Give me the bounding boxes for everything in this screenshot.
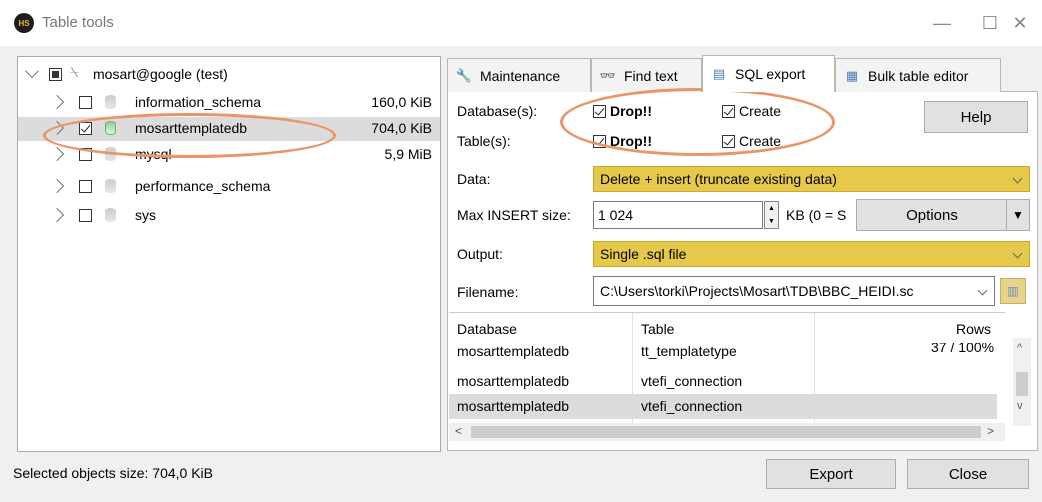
tree-item-label: information_schema: [135, 94, 262, 110]
cell-table: tt_templatetype: [641, 343, 737, 359]
chevron-down-icon: [977, 285, 988, 296]
binoculars-icon: 👓: [599, 67, 617, 83]
tree-item-size: 704,0 KiB: [371, 120, 432, 136]
tree-item-size: 5,9 MiB: [384, 146, 432, 162]
filename-label: Filename:: [457, 284, 519, 300]
status-text: Selected objects size: 704,0 KiB: [13, 465, 214, 481]
filename-input[interactable]: C:\Users\torki\Projects\Mosart\TDB\BBC_H…: [593, 276, 995, 306]
input-value: 1 024: [598, 207, 634, 223]
tab-find-text[interactable]: 👓 Find text: [591, 58, 702, 92]
output-label: Output:: [457, 246, 503, 262]
tab-strip: 🔧 Maintenance 👓 Find text ▤ SQL export ▦…: [447, 55, 1027, 92]
database-icon: [105, 208, 116, 222]
database-icon: [105, 179, 116, 193]
tree-checkbox[interactable]: [49, 68, 62, 81]
tree-item-label: sys: [135, 207, 156, 223]
close-button[interactable]: Close: [907, 459, 1029, 489]
export-button[interactable]: Export: [766, 459, 896, 489]
scroll-left-icon[interactable]: <: [455, 424, 462, 438]
spinner-icon[interactable]: ▲ ▼: [764, 201, 779, 229]
chevron-right-icon[interactable]: [49, 146, 65, 162]
tree-checkbox[interactable]: [79, 180, 92, 193]
max-insert-label: Max INSERT size:: [457, 207, 571, 223]
tree-item-label: performance_schema: [135, 178, 271, 194]
tree-checkbox[interactable]: [79, 209, 92, 222]
help-button[interactable]: Help: [924, 101, 1028, 133]
chevron-down-icon[interactable]: [24, 63, 40, 79]
tree-item-size: 160,0 KiB: [371, 94, 432, 110]
scroll-up-icon[interactable]: ^: [1017, 342, 1022, 354]
table-icon: ▦: [845, 67, 859, 83]
kb-label: KB (0 = S: [786, 207, 847, 223]
input-value: C:\Users\torki\Projects\Mosart\TDB\BBC_H…: [600, 283, 914, 299]
column-header-database[interactable]: Database: [457, 321, 517, 337]
horizontal-scrollbar[interactable]: < >: [449, 423, 1005, 441]
minimize-button[interactable]: —: [922, 8, 962, 38]
table-row[interactable]: mosarttemplatedb vtefi_connection: [449, 394, 997, 419]
tab-maintenance[interactable]: 🔧 Maintenance: [447, 58, 591, 92]
tab-sql-export[interactable]: ▤ SQL export: [702, 55, 835, 92]
cell-rows: 37 / 100%: [931, 343, 995, 355]
cell-database: mosarttemplatedb: [457, 343, 570, 359]
tables-label: Table(s):: [457, 133, 511, 149]
data-mode-select[interactable]: Delete + insert (truncate existing data): [593, 166, 1030, 192]
table-row[interactable]: mosarttemplatedb tt_templatetype 37 / 10…: [449, 343, 997, 363]
tree-checkbox[interactable]: [79, 96, 92, 109]
tree-root-label: mosart@google (test): [93, 66, 228, 82]
max-insert-input[interactable]: 1 024: [593, 201, 763, 229]
tree-item-sys[interactable]: sys: [18, 204, 440, 228]
highlight-ring: [43, 113, 336, 158]
scroll-thumb[interactable]: [1016, 372, 1028, 396]
chevron-right-icon[interactable]: [49, 94, 65, 110]
folder-open-icon[interactable]: ▥: [1000, 278, 1026, 304]
column-header-rows[interactable]: Rows: [956, 321, 991, 337]
tab-bulk-table-editor[interactable]: ▦ Bulk table editor: [835, 58, 1001, 92]
tree-item-information-schema[interactable]: information_schema 160,0 KiB: [18, 91, 440, 115]
chevron-right-icon[interactable]: [49, 207, 65, 223]
database-icon: [105, 95, 116, 109]
tree-root[interactable]: ⍀ mosart@google (test): [18, 63, 440, 87]
tree-item-performance-schema[interactable]: performance_schema: [18, 175, 440, 199]
cell-database: mosarttemplatedb: [457, 373, 570, 389]
data-label: Data:: [457, 171, 491, 187]
close-window-button[interactable]: ✕: [1000, 8, 1040, 38]
scroll-right-icon[interactable]: >: [987, 424, 994, 438]
cell-database: mosarttemplatedb: [457, 398, 570, 414]
vertical-scrollbar[interactable]: ^ v: [1013, 338, 1031, 426]
app-logo-icon: HS: [14, 13, 34, 33]
window-title: Table tools: [42, 14, 114, 31]
select-value: Delete + insert (truncate existing data): [600, 171, 837, 187]
scroll-thumb[interactable]: [471, 426, 981, 438]
tab-label: SQL export: [735, 66, 806, 82]
chevron-down-icon: [1012, 173, 1023, 184]
output-select[interactable]: Single .sql file: [593, 241, 1030, 267]
cell-table: vtefi_connection: [641, 373, 743, 389]
tab-label: Maintenance: [480, 67, 561, 84]
column-header-table[interactable]: Table: [641, 321, 674, 337]
results-grid[interactable]: Database Table Rows mosarttemplatedb tt_…: [449, 312, 1005, 450]
wrench-icon: 🔧: [455, 67, 473, 83]
table-row[interactable]: mosarttemplatedb vtefi_connection: [449, 369, 997, 394]
databases-label: Database(s):: [457, 103, 538, 119]
title-bar: [0, 0, 1042, 46]
server-icon: ⍀: [70, 64, 80, 81]
export-icon: ▤: [712, 66, 726, 81]
scroll-down-icon[interactable]: v: [1017, 400, 1023, 412]
options-dropdown-icon[interactable]: ▼: [1006, 199, 1030, 231]
tab-label: Find text: [624, 67, 678, 84]
chevron-down-icon: [1012, 248, 1023, 259]
highlight-ring: [560, 88, 835, 156]
tab-label: Bulk table editor: [868, 67, 969, 84]
options-button[interactable]: Options: [856, 199, 1008, 231]
select-value: Single .sql file: [600, 246, 687, 262]
chevron-right-icon[interactable]: [49, 178, 65, 194]
cell-table: vtefi_connection: [641, 398, 743, 414]
